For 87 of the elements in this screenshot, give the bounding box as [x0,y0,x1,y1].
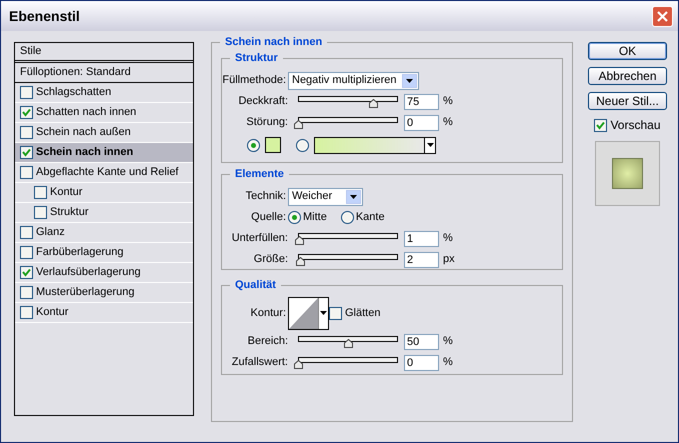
field-label: Größe: [252,252,289,268]
field-label: Quelle: [250,210,287,226]
style-item[interactable]: Musterüberlagerung [15,283,193,303]
checkbox[interactable] [20,166,33,179]
color-swatch[interactable] [265,137,281,153]
slider[interactable] [296,232,400,246]
value-field[interactable]: 75 [404,94,439,110]
window-title: Ebenenstil [9,6,81,26]
dialog-button[interactable]: OK [588,42,667,60]
checkbox[interactable] [20,306,33,319]
radio-button[interactable] [247,138,260,152]
contour-picker[interactable] [288,296,329,330]
checkbox[interactable] [20,146,33,159]
checkbox[interactable] [594,118,608,132]
group-title: Qualität [230,278,281,292]
checkbox-label: Vorschau [610,117,661,134]
checkbox[interactable] [20,126,33,139]
radio-option[interactable]: Mitte [288,209,327,226]
dialog-button[interactable]: Neuer Stil... [588,92,667,110]
checkbox-label: Glätten [345,306,380,321]
style-item[interactable]: Schein nach innen [15,143,193,163]
radio-option[interactable]: Kante [340,209,385,226]
field-label: Bereich: [246,334,289,350]
slider[interactable] [296,252,400,266]
field-label: Unterfüllen: [230,231,289,246]
style-item[interactable]: Abgeflachte Kante und Relief [15,163,193,183]
checkmark-icon [22,148,31,157]
radio-button[interactable] [288,211,301,224]
close-icon [657,10,668,22]
radio-button[interactable] [340,211,354,224]
checkbox[interactable] [329,306,342,320]
value-field[interactable]: 0 [404,114,439,130]
style-item[interactable]: Fülloptionen: Standard [15,63,193,83]
list-header: Stile [15,43,193,63]
gradient-picker[interactable] [314,136,436,154]
checkmark-icon [22,108,31,117]
dialog-button[interactable]: Abbrechen [588,67,667,85]
caret-icon [320,311,327,315]
unit-label: px [443,252,455,268]
value-field[interactable]: 50 [404,334,439,350]
checkbox[interactable] [34,206,47,219]
dropdown[interactable]: Negativ multiplizieren [288,72,419,90]
style-item[interactable]: Struktur [15,203,193,223]
field-label: Technik: [244,189,287,204]
slider-thumb[interactable] [294,120,303,128]
checkbox[interactable] [20,226,33,239]
unit-label: % [443,94,453,110]
value-field[interactable]: 2 [404,252,439,268]
contour-icon [289,298,318,328]
field-label: Zufallswert: [230,355,289,370]
checkmark-icon [22,268,31,277]
style-item[interactable]: Farbüberlagerung [15,243,193,263]
slider-thumb[interactable] [294,360,303,368]
style-item[interactable]: Kontur [15,303,193,323]
slider[interactable] [296,94,400,108]
style-item[interactable]: Verlaufsüberlagerung [15,263,193,283]
caret-icon [350,194,357,198]
unit-label: % [443,334,453,350]
caret-icon [426,143,434,147]
checkbox[interactable] [20,86,33,99]
caret-icon [406,78,413,82]
unit-label: % [443,231,453,246]
slider[interactable] [296,116,400,130]
slider[interactable] [296,334,400,348]
radio-button[interactable] [296,138,309,152]
field-label: Kontur: [250,306,287,321]
unit-label: % [443,115,453,130]
checkmark-icon [596,120,606,130]
style-item[interactable]: Schlagschatten [15,83,193,103]
checkbox[interactable] [20,246,33,259]
checkbox[interactable] [34,186,47,199]
unit-label: % [443,355,453,370]
dropdown[interactable]: Weicher [288,188,363,206]
value-field[interactable]: 0 [404,354,439,370]
field-label: Deckkraft: [237,94,289,110]
checkbox[interactable] [20,286,33,299]
style-item[interactable]: Kontur [15,183,193,203]
style-item[interactable]: Glanz [15,223,193,243]
field-label: Füllmethode: [222,73,287,88]
close-button[interactable] [652,6,673,26]
checkbox[interactable] [20,266,33,279]
checkbox[interactable] [20,106,33,119]
field-label: Störung: [245,115,289,130]
value-field[interactable]: 1 [404,230,439,246]
style-item[interactable]: Schatten nach innen [15,103,193,123]
preview-swatch [612,158,643,189]
slider[interactable] [296,356,400,370]
